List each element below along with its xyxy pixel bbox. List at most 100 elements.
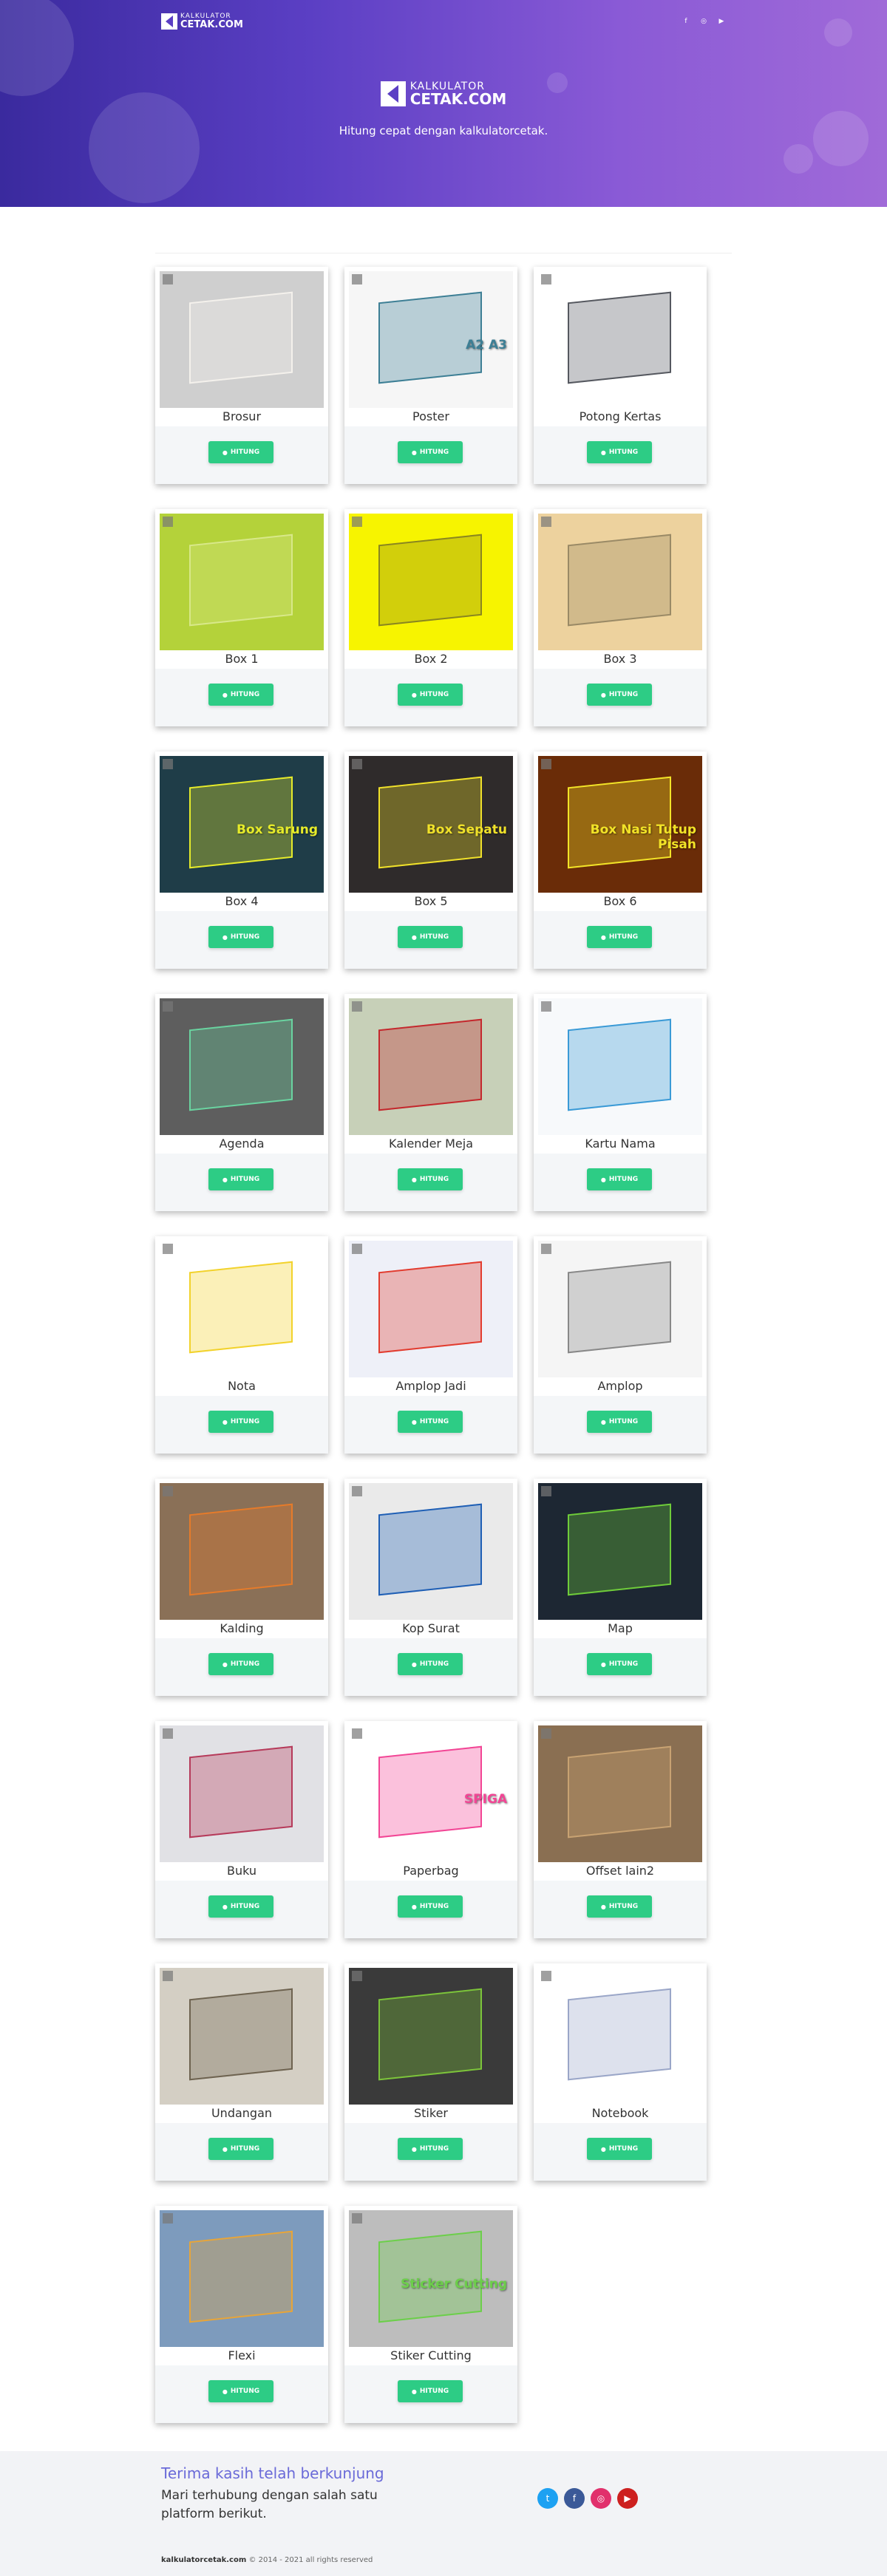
hitung-button[interactable]: ● HITUNG [398,1168,463,1190]
hitung-button[interactable]: ● HITUNG [208,2138,273,2160]
hitung-button[interactable]: ● HITUNG [208,1411,273,1433]
calculator-card[interactable]: Box 2 ● HITUNG [344,509,517,726]
hitung-button[interactable]: ● HITUNG [587,1168,652,1190]
hitung-button[interactable]: ● HITUNG [208,441,273,463]
logo[interactable]: KALKULATOR CETAK.COM [161,13,243,30]
calculator-card[interactable]: Kalding ● HITUNG [155,1479,328,1696]
twitter-icon[interactable]: t [537,2488,558,2509]
calculator-card[interactable]: Notebook ● HITUNG [534,1963,707,2181]
watermark-logo-icon [541,517,551,527]
thumbnail-illustration [378,1988,482,2081]
thumbnail-illustration [568,1503,671,1596]
hitung-button[interactable]: ● HITUNG [587,441,652,463]
card-title: Buku [226,1864,257,1878]
calculator-card[interactable]: Kop Surat ● HITUNG [344,1479,517,1696]
calculator-card[interactable]: Potong Kertas ● HITUNG [534,267,707,484]
hitung-button[interactable]: ● HITUNG [208,684,273,706]
card-title: Poster [412,409,449,423]
footer: Terima kasih telah berkunjung Mari terhu… [0,2451,887,2576]
card-thumbnail [160,271,324,408]
calculator-card[interactable]: SPIGA Paperbag ● HITUNG [344,1721,517,1938]
thumbnail-illustration [378,1503,482,1596]
hitung-button[interactable]: ● HITUNG [208,2380,273,2402]
youtube-icon[interactable]: ▶ [717,17,726,26]
hitung-button[interactable]: ● HITUNG [208,1895,273,1918]
calculator-card[interactable]: Brosur ● HITUNG [155,267,328,484]
facebook-icon[interactable]: f [564,2488,585,2509]
hitung-button-label: HITUNG [230,1176,260,1183]
calculator-icon: ● [411,2388,417,2395]
hitung-button[interactable]: ● HITUNG [587,684,652,706]
copyright-site[interactable]: kalkulatorcetak.com [161,2556,246,2564]
card-footer: ● HITUNG [534,911,707,969]
hitung-button[interactable]: ● HITUNG [587,926,652,948]
calculator-card[interactable]: Amplop ● HITUNG [534,1236,707,1454]
hitung-button[interactable]: ● HITUNG [587,1653,652,1675]
card-footer: ● HITUNG [344,1396,517,1454]
card-title: Box 4 [225,894,259,908]
hitung-button[interactable]: ● HITUNG [398,1411,463,1433]
card-title: Paperbag [403,1864,459,1878]
calculator-card[interactable]: Flexi ● HITUNG [155,2206,328,2423]
logo-text: KALKULATOR CETAK.COM [180,13,243,30]
card-footer: ● HITUNG [155,2123,328,2181]
calculator-card[interactable]: Box Sepatu Box 5 ● HITUNG [344,752,517,969]
calculator-card[interactable]: A2 A3 Poster ● HITUNG [344,267,517,484]
instagram-icon[interactable]: ◎ [699,17,708,26]
calculator-card[interactable]: Offset lain2 ● HITUNG [534,1721,707,1938]
hitung-button[interactable]: ● HITUNG [398,1895,463,1918]
hitung-button[interactable]: ● HITUNG [398,684,463,706]
calculator-card[interactable]: Buku ● HITUNG [155,1721,328,1938]
calculator-card[interactable]: Kartu Nama ● HITUNG [534,994,707,1211]
hitung-button-label: HITUNG [608,933,639,941]
hitung-button[interactable]: ● HITUNG [208,926,273,948]
calculator-icon: ● [600,691,606,698]
hitung-button-label: HITUNG [608,1660,639,1668]
hitung-button[interactable]: ● HITUNG [587,1895,652,1918]
hitung-button[interactable]: ● HITUNG [398,2138,463,2160]
card-thumbnail [349,1241,513,1377]
calculator-card[interactable]: Sticker Cutting Stiker Cutting ● HITUNG [344,2206,517,2423]
hitung-button[interactable]: ● HITUNG [398,2380,463,2402]
card-title: Kalding [220,1621,264,1635]
watermark-logo-icon [163,1971,173,1981]
hitung-button-label: HITUNG [419,1418,449,1425]
hero-center: KALKULATOR CETAK.COM Hitung cepat dengan… [0,81,887,137]
youtube-icon[interactable]: ▶ [617,2488,638,2509]
calculator-card[interactable]: Box 3 ● HITUNG [534,509,707,726]
card-title: Brosur [222,409,262,423]
calculator-card[interactable]: Stiker ● HITUNG [344,1963,517,2181]
hitung-button-label: HITUNG [419,449,449,456]
card-footer: ● HITUNG [344,426,517,484]
hitung-button[interactable]: ● HITUNG [208,1168,273,1190]
calculator-card[interactable]: Amplop Jadi ● HITUNG [344,1236,517,1454]
hitung-button[interactable]: ● HITUNG [587,1411,652,1433]
thumbnail-illustration [189,291,293,384]
hitung-button-label: HITUNG [230,2145,260,2153]
hitung-button[interactable]: ● HITUNG [587,2138,652,2160]
calculator-card[interactable]: Map ● HITUNG [534,1479,707,1696]
hitung-button-label: HITUNG [230,1418,260,1425]
watermark-logo-icon [541,274,551,284]
calculator-card[interactable]: Box Nasi Tutup Pisah Box 6 ● HITUNG [534,752,707,969]
copyright-text: © 2014 - 2021 all rights reserved [248,2556,373,2564]
hero-header: KALKULATOR CETAK.COM f ◎ ▶ KALKULATOR CE… [0,0,887,207]
watermark-logo-icon [352,1971,362,1981]
instagram-icon[interactable]: ◎ [591,2488,611,2509]
hitung-button[interactable]: ● HITUNG [398,1653,463,1675]
thumbnail-illustration [568,1018,671,1111]
calculator-card[interactable]: Agenda ● HITUNG [155,994,328,1211]
hitung-button[interactable]: ● HITUNG [398,441,463,463]
calculator-card[interactable]: Box Sarung Box 4 ● HITUNG [155,752,328,969]
card-thumbnail: Box Nasi Tutup Pisah [538,756,702,893]
calculator-card[interactable]: Undangan ● HITUNG [155,1963,328,2181]
card-thumbnail [538,1483,702,1620]
hitung-button[interactable]: ● HITUNG [208,1653,273,1675]
facebook-icon[interactable]: f [682,17,690,26]
calculator-card[interactable]: Kalender Meja ● HITUNG [344,994,517,1211]
calculator-card[interactable]: Nota ● HITUNG [155,1236,328,1454]
card-title: Box 6 [603,894,637,908]
hitung-button[interactable]: ● HITUNG [398,926,463,948]
hitung-button-label: HITUNG [230,691,260,698]
calculator-card[interactable]: Box 1 ● HITUNG [155,509,328,726]
